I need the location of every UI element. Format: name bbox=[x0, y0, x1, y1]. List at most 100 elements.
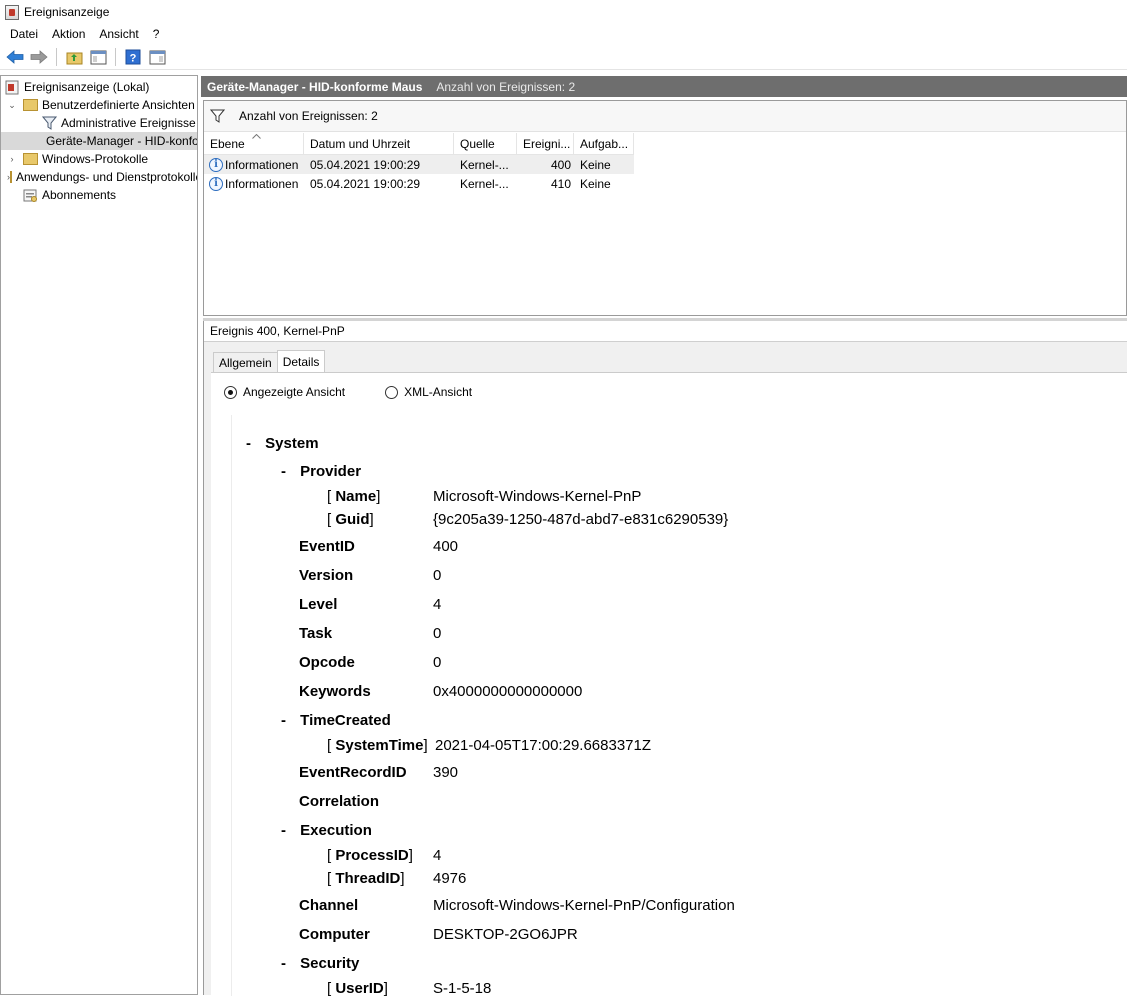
column-header-source[interactable]: Quelle bbox=[454, 132, 517, 155]
attr-value: 2021-04-05T17:00:29.6683371Z bbox=[435, 737, 652, 754]
column-label: Quelle bbox=[460, 136, 495, 151]
tree-item-label: Abonnements bbox=[42, 188, 117, 202]
field-value: 0 bbox=[433, 625, 442, 642]
tree-item-label: Ereignisanzeige (Lokal) bbox=[24, 80, 150, 94]
column-label: Datum und Uhrzeit bbox=[310, 136, 411, 151]
filter-count: Anzahl von Ereignissen: 2 bbox=[239, 109, 378, 123]
table-header: Ebene Datum und Uhrzeit Quelle Ereigni..… bbox=[204, 132, 634, 155]
field-key: EventID bbox=[299, 538, 355, 555]
field-key: Correlation bbox=[299, 793, 380, 810]
console-tree-icon bbox=[90, 50, 106, 64]
cell-level: i Informationen bbox=[204, 176, 304, 191]
arrow-right-icon bbox=[30, 50, 48, 64]
sort-ascending-icon bbox=[252, 133, 261, 139]
field-value: 390 bbox=[433, 764, 459, 781]
collapse-toggle[interactable]: - bbox=[281, 712, 286, 729]
toolbar: ? bbox=[0, 45, 1127, 70]
radio-friendly-view[interactable]: Angezeigte Ansicht bbox=[224, 385, 345, 399]
console-tree[interactable]: Ereignisanzeige (Lokal) ⌄ Benutzerdefini… bbox=[0, 75, 198, 995]
chevron-right-icon[interactable]: › bbox=[7, 154, 17, 164]
cell-task: Keine bbox=[580, 157, 611, 172]
column-header-event-id[interactable]: Ereigni... bbox=[517, 132, 574, 155]
attr-row: [ UserID] bbox=[327, 980, 388, 996]
menu-datei[interactable]: Datei bbox=[3, 24, 45, 44]
arrow-left-icon bbox=[6, 50, 24, 64]
attr-key: UserID bbox=[335, 980, 384, 996]
menu-help[interactable]: ? bbox=[146, 24, 167, 44]
menu-ansicht[interactable]: Ansicht bbox=[92, 24, 145, 44]
event-viewer-icon bbox=[5, 80, 19, 94]
events-list-pane: Anzahl von Ereignissen: 2 Ebene Datum un… bbox=[203, 100, 1127, 316]
event-detail-pane: Ereignis 400, Kernel-PnP Allgemein Detai… bbox=[203, 321, 1127, 996]
forward-button[interactable] bbox=[28, 46, 50, 68]
column-header-datetime[interactable]: Datum und Uhrzeit bbox=[304, 132, 454, 155]
tree-item-app-service-logs[interactable]: › Anwendungs- und Dienstprotokolle bbox=[1, 168, 197, 186]
field-key: Keywords bbox=[299, 683, 371, 700]
table-row[interactable]: i Informationen 05.04.2021 19:00:29 Kerne… bbox=[204, 174, 634, 193]
attr-row: [ Name] bbox=[327, 488, 381, 505]
field-value: DESKTOP-2GO6JPR bbox=[433, 926, 578, 943]
column-header-task[interactable]: Aufgab... bbox=[574, 132, 634, 155]
collapse-toggle[interactable]: - bbox=[246, 435, 251, 452]
details-tab-page: Angezeigte Ansicht XML-Ansicht - System … bbox=[211, 372, 1127, 996]
field-key: Channel bbox=[299, 897, 359, 914]
tree-item-device-manager-view[interactable]: Geräte-Manager - HID-konforme Maus bbox=[1, 132, 197, 150]
up-folder-button[interactable] bbox=[63, 46, 85, 68]
field-value: 4 bbox=[433, 596, 442, 613]
table-row[interactable]: i Informationen 05.04.2021 19:00:29 Kerne… bbox=[204, 155, 634, 174]
event-count: Anzahl von Ereignissen: 2 bbox=[436, 79, 576, 94]
column-header-level[interactable]: Ebene bbox=[204, 132, 304, 155]
filter-icon bbox=[210, 109, 225, 123]
tree-item-custom-views[interactable]: ⌄ Benutzerdefinierte Ansichten bbox=[1, 96, 197, 114]
node-label: Execution bbox=[300, 822, 372, 839]
collapse-toggle[interactable]: - bbox=[281, 822, 286, 839]
cell-text: Informationen bbox=[225, 176, 299, 191]
tab-general[interactable]: Allgemein bbox=[213, 352, 278, 373]
back-button[interactable] bbox=[4, 46, 26, 68]
cell-level: i Informationen bbox=[204, 157, 304, 172]
radio-unselected-icon bbox=[385, 385, 399, 399]
attr-key: ProcessID bbox=[335, 847, 409, 864]
tab-details[interactable]: Details bbox=[276, 350, 326, 373]
toolbar-separator bbox=[56, 48, 57, 66]
view-header: Geräte-Manager - HID-konforme Maus Anzah… bbox=[201, 76, 1127, 97]
cell-source: Kernel-... bbox=[460, 157, 509, 172]
cell-event-id: 410 bbox=[550, 176, 571, 191]
timecreated-node: - TimeCreated bbox=[281, 712, 391, 729]
tree-item-admin-events[interactable]: Administrative Ereignisse bbox=[1, 114, 197, 132]
column-label: Ereigni... bbox=[523, 136, 571, 151]
radio-label: XML-Ansicht bbox=[404, 385, 473, 399]
subscription-icon bbox=[23, 189, 37, 202]
event-viewer-icon bbox=[5, 4, 19, 20]
menu-aktion[interactable]: Aktion bbox=[45, 24, 92, 44]
window-title: Ereignisanzeige bbox=[24, 5, 110, 19]
cell-datetime: 05.04.2021 19:00:29 bbox=[310, 157, 421, 172]
collapse-toggle[interactable]: - bbox=[281, 955, 286, 972]
cell-text: Informationen bbox=[225, 157, 299, 172]
events-table: Ebene Datum und Uhrzeit Quelle Ereigni..… bbox=[204, 132, 634, 193]
show-hide-console-tree-button[interactable] bbox=[87, 46, 109, 68]
attr-row: [ ProcessID] bbox=[327, 847, 413, 864]
tree-item-label: Windows-Protokolle bbox=[42, 152, 149, 166]
tree-item-label: Anwendungs- und Dienstprotokolle bbox=[16, 170, 198, 184]
folder-up-icon bbox=[66, 52, 82, 64]
show-action-pane-button[interactable] bbox=[146, 46, 168, 68]
field-value: Microsoft-Windows-Kernel-PnP/Configurati… bbox=[433, 897, 735, 914]
tree-item-windows-logs[interactable]: › Windows-Protokolle bbox=[1, 150, 197, 168]
help-button[interactable]: ? bbox=[122, 46, 144, 68]
action-pane-icon bbox=[149, 50, 165, 64]
cell-source: Kernel-... bbox=[460, 176, 509, 191]
field-key: EventRecordID bbox=[299, 764, 407, 781]
friendly-xml-view[interactable]: - System - Provider [ Name] Microsoft-Wi… bbox=[231, 415, 1127, 996]
collapse-toggle[interactable]: - bbox=[281, 463, 286, 480]
chevron-down-icon[interactable]: ⌄ bbox=[7, 100, 17, 111]
tree-item-label: Administrative Ereignisse bbox=[61, 116, 196, 130]
attr-value: {9c205a39-1250-487d-abd7-e831c6290539} bbox=[433, 511, 729, 528]
tree-item-subscriptions[interactable]: Abonnements bbox=[1, 186, 197, 204]
detail-tabs: Allgemein Details bbox=[213, 350, 326, 373]
svg-text:?: ? bbox=[130, 53, 137, 65]
field-value: 0x4000000000000000 bbox=[433, 683, 583, 700]
radio-xml-view[interactable]: XML-Ansicht bbox=[385, 385, 472, 399]
tree-item-root[interactable]: Ereignisanzeige (Lokal) bbox=[1, 78, 197, 96]
tree-item-label: Benutzerdefinierte Ansichten bbox=[42, 98, 195, 112]
